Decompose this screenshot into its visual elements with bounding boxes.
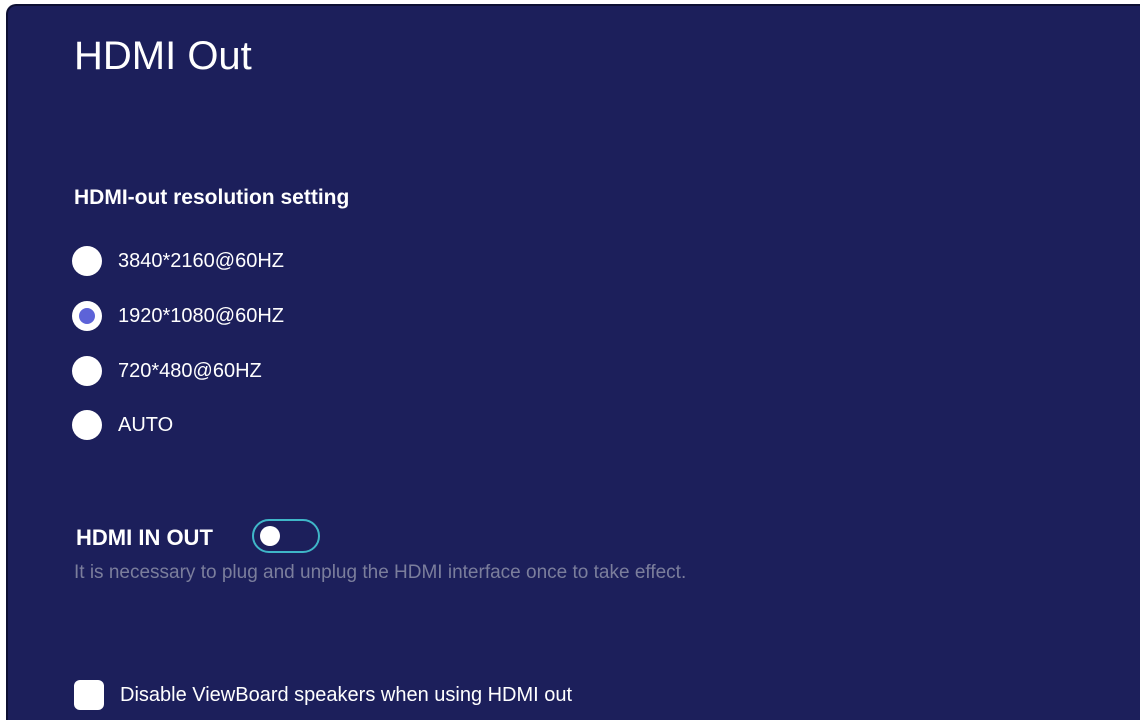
- resolution-option-auto[interactable]: AUTO: [72, 407, 173, 443]
- radio-label: 3840*2160@60HZ: [118, 249, 284, 272]
- radio-label: 720*480@60HZ: [118, 359, 262, 382]
- resolution-section-label: HDMI-out resolution setting: [74, 186, 350, 209]
- radio-button-selected[interactable]: [72, 301, 102, 331]
- resolution-option-1920[interactable]: 1920*1080@60HZ: [72, 298, 284, 334]
- toggle-knob: [260, 526, 280, 546]
- radio-button[interactable]: [72, 356, 102, 386]
- radio-label: AUTO: [118, 413, 174, 436]
- hdmi-in-out-hint: It is necessary to plug and unplug the H…: [74, 562, 687, 583]
- radio-button[interactable]: [72, 410, 102, 440]
- disable-speakers-checkbox[interactable]: [74, 680, 104, 710]
- hdmi-in-out-toggle[interactable]: [252, 519, 320, 553]
- hdmi-out-panel: HDMI Out HDMI-out resolution setting 384…: [6, 4, 1140, 720]
- disable-speakers-label: Disable ViewBoard speakers when using HD…: [120, 683, 573, 706]
- resolution-option-3840[interactable]: 3840*2160@60HZ: [72, 243, 284, 279]
- hdmi-in-out-label: HDMI IN OUT: [76, 525, 213, 550]
- disable-speakers-option[interactable]: Disable ViewBoard speakers when using HD…: [74, 678, 572, 712]
- page-title: HDMI Out: [74, 34, 252, 78]
- radio-button[interactable]: [72, 246, 102, 276]
- resolution-option-720[interactable]: 720*480@60HZ: [72, 353, 262, 389]
- radio-label: 1920*1080@60HZ: [118, 304, 284, 327]
